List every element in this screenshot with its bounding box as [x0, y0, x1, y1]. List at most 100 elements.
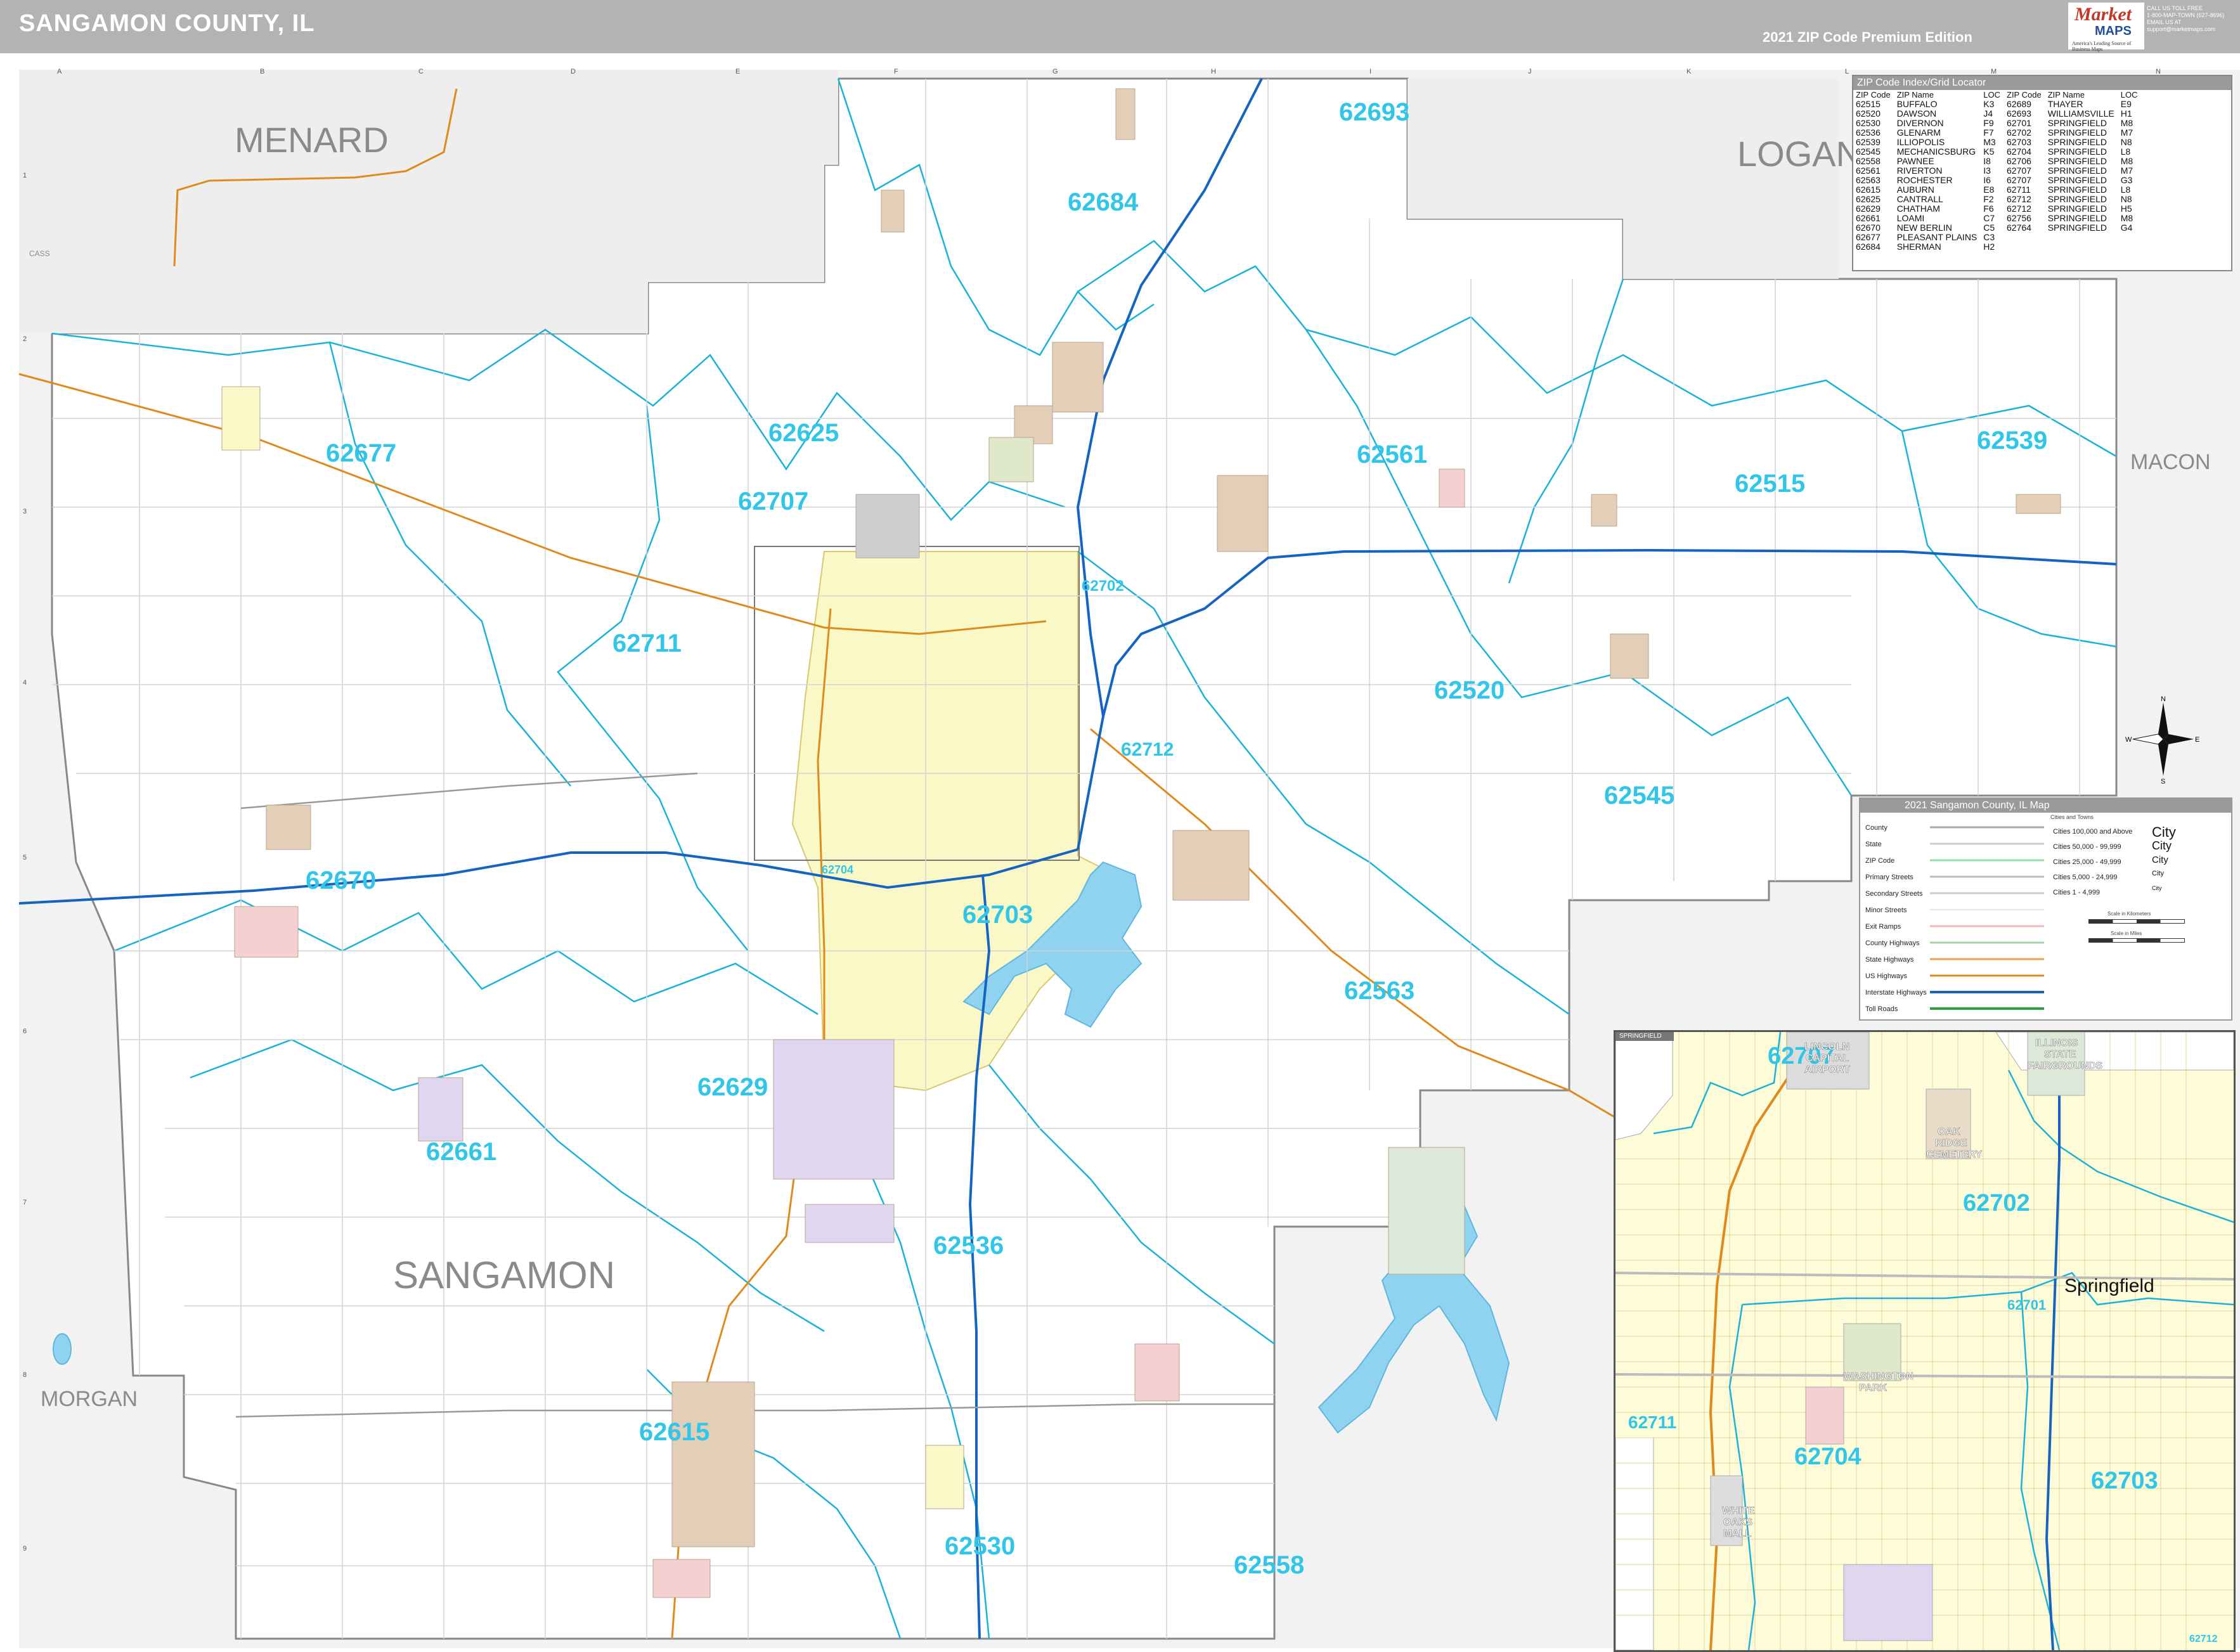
- zip-label: 62703: [962, 901, 1033, 929]
- grid-col: B: [260, 68, 264, 75]
- table-cell: WILLIAMSVILLE: [2047, 108, 2114, 119]
- county-label-sangamon: SANGAMON: [393, 1254, 615, 1296]
- grid-col: F: [894, 68, 898, 75]
- county-label-morgan: MORGAN: [41, 1387, 138, 1411]
- table-cell: SPRINGFIELD: [2047, 165, 2107, 176]
- table-row: 62545 MECHANICSBURG K5 62704 SPRINGFIELD L8: [1856, 147, 2144, 157]
- grid-row: 3: [23, 508, 27, 515]
- legend-item: Secondary Streets: [1865, 890, 1923, 898]
- grid-col: G: [1052, 68, 1058, 75]
- county-label-cass: CASS: [29, 249, 50, 258]
- legend-city-size: Cities 25,000 - 49,999: [2053, 858, 2121, 866]
- place-label: FAIRGROUNDS: [2028, 1061, 2103, 1071]
- logo-market-text: Market: [2075, 4, 2132, 25]
- table-cell: 62661: [1856, 213, 1881, 223]
- column-header: ZIP Code: [1856, 90, 1891, 100]
- table-cell: 62530: [1856, 118, 1881, 128]
- table-cell: 62756: [2007, 213, 2031, 223]
- place-label: WHITE: [1722, 1506, 1755, 1516]
- contact-line: 1-800-MAP-TOWN (627-8696): [2147, 12, 2225, 18]
- table-cell: NEW BERLIN: [1896, 223, 1952, 233]
- zip-label: 62539: [1977, 427, 2047, 455]
- table-cell: 62558: [1856, 156, 1881, 166]
- inset-district: [1805, 1386, 1844, 1445]
- column-header: ZIP Code: [2007, 90, 2042, 100]
- table-row: 62629 CHATHAM F6 62712 SPRINGFIELD H5: [1856, 204, 2144, 214]
- table-cell: [2121, 233, 2144, 242]
- table-cell: SHERMAN: [1896, 242, 1941, 252]
- grid-row: 4: [23, 679, 27, 687]
- grid-row: 5: [23, 854, 27, 861]
- legend-symbols: [1930, 826, 2044, 1010]
- place-label: LINCOLN: [1804, 1042, 1849, 1052]
- zip-label: 62711: [612, 629, 682, 657]
- springfield-inset-map[interactable]: 62707 62702 62701 62711 62704 62703 6271…: [1614, 1030, 2236, 1652]
- table-cell: M8: [2120, 213, 2133, 223]
- zip-label: 62693: [1339, 98, 1409, 126]
- compass-needle: [2163, 734, 2194, 744]
- legend-city-sample: City: [2152, 855, 2168, 865]
- table-cell: I3: [1983, 165, 1991, 176]
- table-cell: SPRINGFIELD: [2047, 203, 2107, 214]
- map-title: SANGAMON COUNTY, IL: [19, 10, 315, 37]
- zip-label: 62615: [639, 1418, 709, 1446]
- inset-outside: [1615, 1437, 1654, 1650]
- table-cell: THAYER: [2047, 99, 2083, 109]
- table-cell: SPRINGFIELD: [2047, 137, 2107, 147]
- logo-maps-text: MAPS: [2095, 24, 2132, 38]
- zip-label: 62515: [1735, 470, 1805, 498]
- pond: [53, 1333, 72, 1365]
- table-cell: L8: [2120, 184, 2131, 195]
- legend-item: State: [1865, 841, 1882, 848]
- zip-label: 62629: [697, 1073, 768, 1101]
- table-cell: 62707: [2007, 165, 2031, 176]
- logo-tagline: America's Leading Source of Business Map…: [2072, 41, 2132, 52]
- table-cell: N8: [2120, 194, 2132, 204]
- table-cell: 62545: [1856, 146, 1881, 157]
- table-cell: [2048, 242, 2121, 252]
- legend-item: Exit Ramps: [1865, 923, 1901, 931]
- table-cell: G3: [2120, 175, 2133, 185]
- table-cell: M8: [2120, 156, 2133, 166]
- grid-row: 7: [23, 1199, 27, 1206]
- zip-label: 62661: [426, 1138, 496, 1166]
- legend-city-size: Cities 5,000 - 24,999: [2053, 874, 2118, 881]
- grid-col: E: [735, 68, 740, 75]
- legend-city-sample: City: [2152, 870, 2164, 877]
- table-cell: SPRINGFIELD: [2047, 118, 2107, 128]
- place-label: CEMETERY: [1926, 1149, 1983, 1160]
- table-cell: 62629: [1856, 203, 1881, 214]
- scale-bar-mi: [2088, 938, 2185, 943]
- table-row: 62561 RIVERTON I3 62707 SPRINGFIELD M7: [1856, 166, 2144, 176]
- table-cell: CHATHAM: [1896, 203, 1940, 214]
- table-cell: F9: [1983, 118, 1994, 128]
- zip-label: 62545: [1604, 782, 1674, 810]
- legend-city-size: Cities 100,000 and Above: [2053, 828, 2133, 836]
- legend-city-size: Cities 50,000 - 99,999: [2053, 843, 2121, 851]
- inset-background: [1615, 1032, 2234, 1650]
- zip-label: 62712: [1121, 739, 1174, 760]
- zip-index-rows: 62515 BUFFALO K3 62689 THAYER E9 62520 DAWSON J4…: [1856, 100, 2144, 252]
- table-cell: E8: [1983, 184, 1995, 195]
- table-row: 62530 DIVERNON F9 62701 SPRINGFIELD M8: [1856, 119, 2144, 128]
- grid-row: 6: [23, 1028, 27, 1035]
- zip-index-grid: ZIP Code ZIP Name LOC ZIP Code ZIP Name …: [1856, 90, 2144, 252]
- zip-index-table: ZIP Code Index/Grid Locator ZIP Code ZIP…: [1852, 75, 2232, 271]
- map-edition: 2021 ZIP Code Premium Edition: [1763, 29, 1972, 45]
- table-cell: SPRINGFIELD: [2047, 156, 2107, 166]
- table-row: 62539 ILLIOPOLIS M3 62703 SPRINGFIELD N8: [1856, 138, 2144, 147]
- table-cell: J4: [1983, 108, 1993, 119]
- table-cell: CANTRALL: [1896, 194, 1943, 204]
- table-cell: ILLIOPOLIS: [1896, 137, 1945, 147]
- grid-row: 2: [23, 335, 27, 343]
- table-cell: N8: [2120, 137, 2132, 147]
- zip-label: 62702: [1963, 1190, 2030, 1216]
- table-cell: DAWSON: [1896, 108, 1937, 119]
- legend-item: County: [1865, 824, 1887, 832]
- table-cell: 62689: [2007, 99, 2031, 109]
- zip-label: 62520: [1434, 676, 1505, 704]
- table-row: 62625 CANTRALL F2 62712 SPRINGFIELD N8: [1856, 195, 2144, 204]
- compass-s: S: [2161, 778, 2165, 784]
- county-label-logan: LOGAN: [1737, 134, 1861, 174]
- table-cell: 62615: [1856, 184, 1881, 195]
